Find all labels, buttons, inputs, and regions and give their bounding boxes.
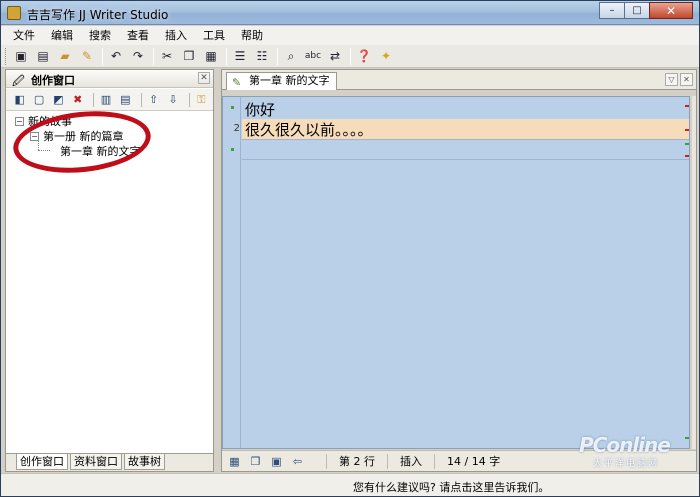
save-doc-icon[interactable]: ▣ [268, 454, 285, 469]
tab-creation-window[interactable]: 创作窗口 [16, 454, 68, 470]
save-all-icon[interactable]: ▤ [33, 47, 53, 66]
title-bar[interactable]: 吉吉写作 JJ Writer Studio – □ ✕ [1, 1, 699, 25]
panel-close-icon[interactable]: ✕ [198, 72, 210, 84]
app-window: 吉吉写作 JJ Writer Studio – □ ✕ 文件 编辑 搜索 查看 … [0, 0, 700, 497]
tab-material-window[interactable]: 资料窗口 [70, 454, 122, 470]
toolbar-separator [141, 92, 142, 107]
window-controls: – □ ✕ [599, 2, 693, 19]
line-marker-icon [231, 148, 234, 151]
menu-search[interactable]: 搜索 [81, 26, 119, 45]
new-book-icon[interactable]: ◧ [12, 92, 27, 108]
maximize-button[interactable]: □ [624, 2, 650, 19]
insert-date-icon[interactable]: ▦ [226, 454, 243, 469]
toolbar-separator [226, 47, 227, 65]
notes-icon[interactable]: ▤ [118, 92, 133, 108]
replace-icon[interactable]: ⇄ [325, 47, 345, 66]
pconline-watermark: PConline [579, 433, 671, 457]
lock-icon[interactable]: ⚿ [194, 92, 209, 108]
menu-view[interactable]: 查看 [119, 26, 157, 45]
toolbar-separator [102, 47, 103, 65]
tab-story-tree[interactable]: 故事树 [124, 454, 165, 470]
collapse-toggle-icon[interactable]: − [15, 117, 24, 126]
panel-toolbar: ◧ ▢ ◩ ✖ ▥ ▤ ⇧ ⇩ ⚿ [6, 89, 213, 111]
move-up-icon[interactable]: ⇧ [146, 92, 161, 108]
editor-line-1[interactable]: 你好 [245, 99, 275, 120]
main-toolbar: ▣ ▤ ▰ ✎ ↶ ↷ ✂ ❐ ▦ ☰ ☷ ⌕ abc ⇄ ❓ ✦ [1, 45, 699, 68]
cut-icon[interactable]: ✂ [157, 47, 177, 66]
toolbar-separator [93, 92, 95, 107]
footer-bar: 您有什么建议吗? 请点击这里告诉我们。 [1, 473, 699, 496]
line-number-gutter: 2 [223, 97, 241, 448]
copy-icon[interactable]: ❐ [179, 47, 199, 66]
tab-list-icon[interactable]: ▽ [665, 73, 678, 86]
menu-file[interactable]: 文件 [5, 26, 43, 45]
document-tab-controls: ▽ ✕ [663, 73, 693, 86]
overview-marker [685, 129, 689, 131]
close-button[interactable]: ✕ [649, 2, 693, 19]
toolbar-grip[interactable] [5, 47, 8, 65]
export-doc-icon[interactable]: ⇦ [289, 454, 306, 469]
insert-mode-indicator: 插入 [387, 453, 434, 469]
line-indicator: 第 2 行 [326, 453, 387, 469]
text-editor[interactable]: 2 你好 很久很久以前。。。。 [222, 96, 690, 449]
menu-edit[interactable]: 编辑 [43, 26, 81, 45]
vertical-scrollbar[interactable] [692, 96, 696, 449]
line-separator [242, 159, 689, 160]
save-icon[interactable]: ▣ [11, 47, 31, 66]
find-icon[interactable]: ⌕ [281, 47, 301, 66]
toolbar-separator [277, 47, 278, 65]
feedback-link[interactable]: 您有什么建议吗? 请点击这里告诉我们。 [353, 479, 549, 495]
overview-marker [685, 143, 689, 145]
spellcheck-icon[interactable]: abc [303, 47, 323, 66]
panel-title: 创作窗口 [31, 74, 75, 87]
editor-panel: ✎ 第一章 新的文字 ▽ ✕ 2 你好 很久很久以前。。。。 ▦ ❐ ▣ ⇦ 第… [221, 69, 697, 472]
toolbar-separator [350, 47, 351, 65]
paste-icon[interactable]: ▦ [201, 47, 221, 66]
redo-icon[interactable]: ↷ [128, 47, 148, 66]
minimize-button[interactable]: – [599, 2, 625, 19]
line-number: 2 [233, 123, 240, 134]
app-logo-icon [7, 6, 21, 20]
creation-panel: 🖉 创作窗口 ✕ ◧ ▢ ◩ ✖ ▥ ▤ ⇧ ⇩ ⚿ − 新的故事 − 第一册 … [5, 69, 214, 472]
menu-insert[interactable]: 插入 [157, 26, 195, 45]
overview-marker [685, 105, 689, 107]
left-panel-tabs: 创作窗口 资料窗口 故事树 [6, 453, 213, 471]
document-tab-bar: ✎ 第一章 新的文字 ▽ ✕ [222, 70, 696, 90]
delete-node-icon[interactable]: ✖ [70, 92, 85, 108]
menu-tools[interactable]: 工具 [195, 26, 233, 45]
tip-bulb-icon[interactable]: ✦ [376, 47, 396, 66]
copy-doc-icon[interactable]: ❐ [247, 454, 264, 469]
new-chapter-icon[interactable]: ◩ [51, 92, 66, 108]
open-folder-icon[interactable]: ▰ [55, 47, 75, 66]
toolbar-separator [188, 92, 190, 107]
char-count: 14 / 14 字 [434, 453, 512, 469]
indent-left-icon[interactable]: ☰ [230, 47, 250, 66]
menu-help[interactable]: 帮助 [233, 26, 271, 45]
editor-line-2[interactable]: 很久很久以前。。。。 [245, 119, 373, 140]
document-edit-icon: ✎ [232, 76, 242, 89]
new-volume-icon[interactable]: ▢ [31, 92, 46, 108]
window-title: 吉吉写作 JJ Writer Studio [27, 8, 169, 22]
menu-bar: 文件 编辑 搜索 查看 插入 工具 帮助 [1, 26, 699, 45]
indent-right-icon[interactable]: ☷ [252, 47, 272, 66]
document-tab-label: 第一章 新的文字 [249, 74, 330, 87]
help-icon[interactable]: ❓ [354, 47, 374, 66]
pconline-watermark-sub: 太平洋电脑网 [593, 459, 660, 469]
tab-close-icon[interactable]: ✕ [680, 73, 693, 86]
toolbar-separator [153, 47, 154, 65]
overview-marker [685, 437, 689, 439]
document-tab[interactable]: ✎ 第一章 新的文字 [226, 72, 337, 90]
line-marker-icon [231, 106, 234, 109]
undo-icon[interactable]: ↶ [106, 47, 126, 66]
properties-icon[interactable]: ▥ [98, 92, 113, 108]
new-doc-icon[interactable]: ✎ [77, 47, 97, 66]
panel-header: 🖉 创作窗口 ✕ [6, 70, 213, 88]
overview-marker [685, 155, 689, 157]
move-down-icon[interactable]: ⇩ [165, 92, 180, 108]
